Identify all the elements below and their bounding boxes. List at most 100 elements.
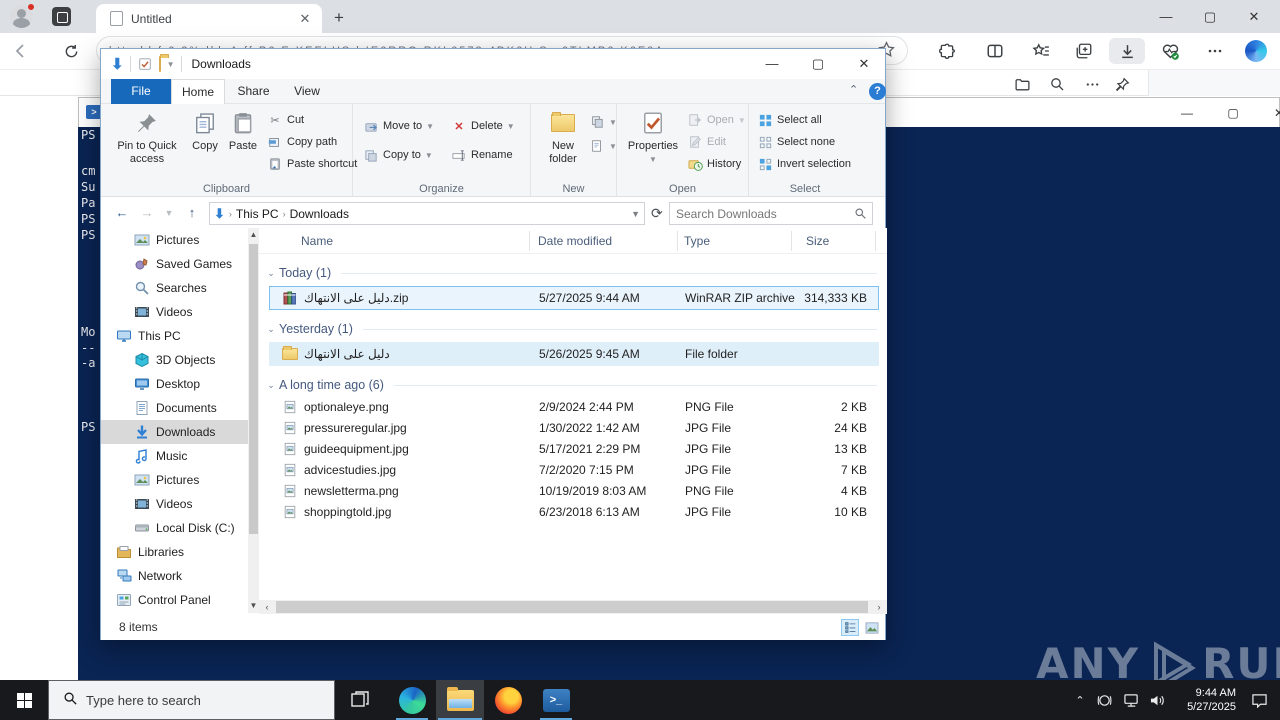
tab-view[interactable]: View: [282, 79, 332, 104]
browser-minimize-button[interactable]: —: [1145, 0, 1187, 33]
delete-button[interactable]: ✕ Delete ▼: [451, 118, 514, 134]
nav-back-icon[interactable]: ←: [112, 204, 132, 222]
invert-selection-button[interactable]: Invert selection: [757, 156, 851, 172]
qat-dropdown-icon[interactable]: ▼: [167, 60, 175, 69]
nav-scroll-thumb[interactable]: [249, 244, 258, 534]
move-to-button[interactable]: Move to ▼: [363, 118, 434, 134]
breadcrumb-downloads[interactable]: Downloads: [290, 207, 349, 221]
browser-tab[interactable]: Untitled ✕: [96, 4, 322, 33]
new-tab-button[interactable]: +: [334, 8, 344, 28]
nav-scrollbar[interactable]: ▲ ▼: [248, 228, 259, 613]
nav-forward-icon[interactable]: →: [137, 204, 157, 222]
tab-home[interactable]: Home: [171, 79, 225, 104]
sidebar-item-music[interactable]: Music: [101, 444, 248, 468]
more-options-icon[interactable]: [1079, 71, 1105, 97]
extensions-icon[interactable]: [934, 38, 960, 64]
browser-essentials-icon[interactable]: [1157, 38, 1183, 64]
meet-now-icon[interactable]: [1092, 680, 1118, 720]
nav-scroll-down-icon[interactable]: ▼: [248, 599, 259, 613]
minimize-ribbon-icon[interactable]: ⌃: [849, 83, 858, 96]
hscroll-right-icon[interactable]: ›: [871, 600, 887, 614]
address-breadcrumb[interactable]: ⬇ › This PC › Downloads ▼: [209, 202, 645, 225]
cut-button[interactable]: ✂ Cut: [267, 112, 304, 128]
file-row[interactable]: دليل على الانتهاك 5/26/2025 9:45 AM File…: [269, 342, 879, 366]
taskbar-clock[interactable]: 9:44 AM 5/27/2025: [1164, 680, 1238, 720]
file-row[interactable]: دليل على الانتهاك.zip 5/27/2025 9:44 AM …: [269, 286, 879, 310]
new-item-icon[interactable]: ▼: [589, 138, 617, 154]
history-button[interactable]: History: [687, 156, 741, 172]
file-group-header[interactable]: ⌄ Yesterday (1): [259, 318, 887, 340]
select-all-button[interactable]: Select all: [757, 112, 822, 128]
file-group-header[interactable]: ⌄ Today (1): [259, 262, 887, 284]
explorer-close-button[interactable]: ✕: [841, 49, 887, 79]
nav-up-icon[interactable]: ↑: [182, 204, 202, 222]
horizontal-scrollbar[interactable]: ‹ ›: [259, 600, 887, 614]
search-icon[interactable]: [1044, 71, 1070, 97]
collections-icon[interactable]: [1071, 38, 1097, 64]
group-collapse-icon[interactable]: ⌄: [263, 268, 279, 279]
action-center-icon[interactable]: [1244, 680, 1274, 720]
nav-recent-dropdown-icon[interactable]: ▼: [159, 204, 179, 222]
taskbar-firefox-icon[interactable]: [484, 680, 532, 720]
copy-path-button[interactable]: Copy path: [267, 134, 337, 150]
task-view-button[interactable]: [336, 680, 384, 720]
powershell-minimize-button[interactable]: —: [1164, 98, 1210, 128]
back-icon[interactable]: [8, 38, 34, 64]
sidebar-item-saved-games[interactable]: Saved Games: [101, 252, 248, 276]
sidebar-item-videos[interactable]: Videos: [101, 492, 248, 516]
select-none-button[interactable]: Select none: [757, 134, 835, 150]
sidebar-item-desktop[interactable]: Desktop: [101, 372, 248, 396]
properties-button[interactable]: Properties ▼: [625, 108, 681, 166]
explorer-minimize-button[interactable]: —: [749, 49, 795, 79]
split-screen-icon[interactable]: [982, 38, 1008, 64]
sidebar-item-pictures[interactable]: Pictures: [101, 468, 248, 492]
explorer-search-input[interactable]: [676, 204, 846, 223]
copilot-icon[interactable]: [1243, 38, 1269, 64]
settings-more-icon[interactable]: [1202, 38, 1228, 64]
sidebar-item-documents[interactable]: Documents: [101, 396, 248, 420]
network-icon[interactable]: [1118, 680, 1144, 720]
file-row[interactable]: guideequipment.jpg 5/17/2021 2:29 PM JPG…: [269, 438, 879, 459]
qat-new-folder-icon[interactable]: [158, 56, 161, 72]
favorites-list-icon[interactable]: [1028, 38, 1054, 64]
workspaces-icon[interactable]: [52, 7, 71, 26]
group-collapse-icon[interactable]: ⌄: [263, 324, 279, 335]
tab-close-icon[interactable]: ✕: [296, 11, 314, 27]
column-header-type[interactable]: Type: [684, 234, 710, 248]
file-row[interactable]: pressureregular.jpg 1/30/2022 1:42 AM JP…: [269, 417, 879, 438]
file-row[interactable]: optionaleye.png 2/9/2024 2:44 PM PNG Fil…: [269, 396, 879, 417]
file-row[interactable]: shoppingtold.jpg 6/23/2018 6:13 AM JPG F…: [269, 501, 879, 522]
taskbar-edge-icon[interactable]: [388, 680, 436, 720]
large-icons-view-button[interactable]: [863, 619, 881, 636]
file-row[interactable]: advicestudies.jpg 7/2/2020 7:15 PM JPG F…: [269, 459, 879, 480]
downloads-icon[interactable]: [1109, 38, 1145, 64]
sidebar-item-control-panel[interactable]: Control Panel: [101, 588, 248, 612]
paste-button[interactable]: Paste: [225, 108, 261, 153]
nav-scroll-up-icon[interactable]: ▲: [248, 228, 259, 242]
file-group-header[interactable]: ⌄ A long time ago (6): [259, 374, 887, 396]
paste-shortcut-button[interactable]: Paste shortcut: [267, 156, 357, 172]
pin-to-quick-access-button[interactable]: Pin to Quick access: [109, 108, 185, 166]
sidebar-item-downloads[interactable]: Downloads: [101, 420, 248, 444]
details-view-button[interactable]: [841, 619, 859, 636]
taskbar-explorer-icon[interactable]: [436, 680, 484, 720]
column-header-name[interactable]: Name: [301, 234, 333, 248]
refresh-icon[interactable]: [58, 38, 84, 64]
sidebar-item-pictures[interactable]: Pictures: [101, 228, 248, 252]
sidebar-item-videos[interactable]: Videos: [101, 300, 248, 324]
rename-button[interactable]: Rename: [451, 147, 513, 163]
open-button[interactable]: Open ▼: [687, 112, 746, 128]
folder-icon[interactable]: [1009, 71, 1035, 97]
column-header-size[interactable]: Size: [806, 234, 829, 248]
edit-button[interactable]: Edit: [687, 134, 726, 150]
new-folder-button[interactable]: New folder: [537, 108, 589, 166]
taskbar-search-input[interactable]: [86, 692, 334, 708]
tab-share[interactable]: Share: [225, 79, 282, 104]
address-refresh-icon[interactable]: ⟳: [651, 205, 663, 222]
tab-file[interactable]: File: [111, 79, 171, 104]
start-button[interactable]: [0, 680, 48, 720]
address-dropdown-icon[interactable]: ▼: [631, 209, 640, 219]
hscroll-thumb[interactable]: [276, 601, 868, 613]
sidebar-item-local-disk-c-[interactable]: Local Disk (C:): [101, 516, 248, 540]
sidebar-item-searches[interactable]: Searches: [101, 276, 248, 300]
